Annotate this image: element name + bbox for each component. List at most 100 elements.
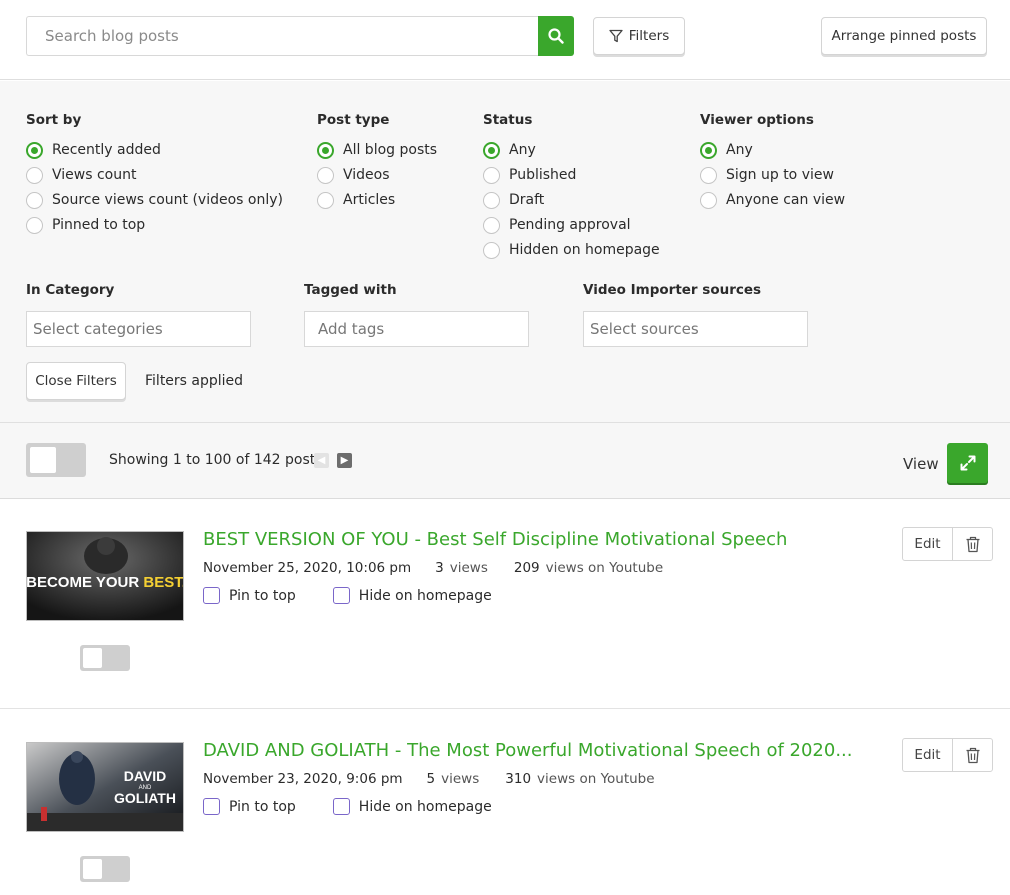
post-type-articles[interactable]: Articles [317, 191, 395, 209]
toggle-knob [83, 648, 102, 668]
post-thumbnail[interactable]: DAVID AND GOLIATH [26, 742, 184, 832]
radio-label: Hidden on homepage [509, 242, 660, 258]
radio-icon [700, 191, 717, 209]
radio-icon [317, 166, 334, 184]
expand-view-button[interactable] [947, 443, 988, 483]
search-input[interactable] [26, 16, 538, 56]
radio-icon [700, 166, 717, 184]
radio-label: Pending approval [509, 217, 631, 233]
radio-label: Articles [343, 192, 396, 208]
arrange-pinned-posts-button[interactable]: Arrange pinned posts [821, 17, 987, 55]
trash-icon [966, 536, 979, 552]
radio-icon [483, 166, 500, 184]
delete-button[interactable] [953, 528, 992, 560]
view-label: View [903, 455, 939, 473]
status-hidden-on-homepage[interactable]: Hidden on homepage [483, 241, 660, 259]
close-filters-button[interactable]: Close Filters [26, 362, 126, 400]
filters-button-label: Filters [628, 28, 670, 44]
sources-select[interactable]: Select sources [583, 311, 808, 347]
filters-button[interactable]: Filters [593, 17, 685, 55]
radio-icon [483, 216, 500, 234]
sort-option-pinned[interactable]: Pinned to top [26, 216, 145, 234]
edit-button[interactable]: Edit [903, 739, 953, 771]
thumbnail-image: BECOME YOUR BEST. [27, 532, 183, 620]
radio-label: Source views count (videos only) [52, 192, 283, 208]
radio-icon [483, 241, 500, 259]
viewer-sign-up-to-view[interactable]: Sign up to view [700, 166, 834, 184]
post-youtube-views-label: views on Youtube [545, 560, 664, 576]
top-bar: Filters Arrange pinned posts [0, 0, 1010, 80]
search-button[interactable] [538, 16, 574, 56]
post-select-toggle[interactable] [80, 856, 130, 882]
radio-icon [483, 191, 500, 209]
post-actions: Edit [902, 738, 993, 772]
hide-on-homepage-checkbox[interactable]: Hide on homepage [332, 587, 492, 604]
category-select[interactable]: Select categories [26, 311, 251, 347]
radio-selected-icon [26, 141, 43, 159]
checkbox-icon [203, 587, 220, 604]
viewer-anyone-can-view[interactable]: Anyone can view [700, 191, 845, 209]
prev-page-button[interactable]: ◀ [314, 453, 329, 468]
sources-title: Video Importer sources [583, 282, 762, 298]
status-published[interactable]: Published [483, 166, 576, 184]
checkbox-icon [332, 587, 350, 604]
post-views-count: 3 [435, 560, 444, 576]
radio-selected-icon [483, 141, 500, 159]
post-thumbnail[interactable]: BECOME YOUR BEST. [26, 531, 184, 621]
tags-title: Tagged with [304, 282, 397, 298]
post-title-link[interactable]: DAVID AND GOLIATH - The Most Powerful Mo… [203, 740, 853, 761]
radio-label: Sign up to view [726, 167, 834, 183]
viewer-any[interactable]: Any [700, 141, 753, 159]
radio-selected-icon [700, 141, 717, 159]
hide-on-homepage-checkbox[interactable]: Hide on homepage [332, 798, 492, 815]
post-meta: November 25, 2020, 10:06 pm 3 views 209 … [203, 560, 689, 576]
post-type-title: Post type [317, 112, 390, 128]
radio-icon [26, 166, 43, 184]
radio-icon [26, 216, 43, 234]
radio-label: All blog posts [343, 142, 438, 158]
pin-to-top-checkbox[interactable]: Pin to top [203, 798, 296, 815]
search-icon [548, 28, 564, 44]
sort-option-recently-added[interactable]: Recently added [26, 141, 161, 159]
post-views-label: views [449, 560, 488, 576]
post-type-videos[interactable]: Videos [317, 166, 390, 184]
sources-placeholder: Select sources [590, 320, 699, 338]
edit-button[interactable]: Edit [903, 528, 953, 560]
status-pending-approval[interactable]: Pending approval [483, 216, 631, 234]
radio-label: Recently added [52, 142, 161, 158]
pagination-bar: Showing 1 to 100 of 142 posts ◀ ▶ View [0, 423, 1010, 499]
radio-label: Videos [343, 167, 390, 183]
checkbox-icon [203, 798, 220, 815]
post-select-toggle[interactable] [80, 645, 130, 671]
thumbnail-image: DAVID AND GOLIATH [27, 743, 183, 831]
post-item: BECOME YOUR BEST. BEST VERSION OF YOU - … [0, 499, 1010, 709]
radio-label: Anyone can view [726, 192, 846, 208]
delete-button[interactable] [953, 739, 992, 771]
sort-option-views-count[interactable]: Views count [26, 166, 136, 184]
post-title-link[interactable]: BEST VERSION OF YOU - Best Self Discipli… [203, 529, 787, 550]
category-placeholder: Select categories [33, 320, 163, 338]
checkbox-label: Pin to top [229, 798, 296, 815]
status-any[interactable]: Any [483, 141, 536, 159]
viewer-options-title: Viewer options [700, 112, 814, 128]
next-page-button[interactable]: ▶ [337, 453, 352, 468]
post-views-label: views [441, 771, 480, 787]
post-date: November 23, 2020, 9:06 pm [203, 771, 403, 787]
post-type-all[interactable]: All blog posts [317, 141, 437, 159]
radio-icon [26, 191, 43, 209]
radio-label: Draft [509, 192, 545, 208]
post-youtube-views-count: 209 [513, 560, 540, 576]
post-actions: Edit [902, 527, 993, 561]
thumb-text-line-3: GOLIATH [114, 790, 176, 806]
status-draft[interactable]: Draft [483, 191, 544, 209]
checkbox-icon [332, 798, 350, 815]
radio-label: Any [509, 142, 536, 158]
category-title: In Category [26, 282, 115, 298]
select-all-toggle[interactable] [26, 443, 86, 477]
pin-to-top-checkbox[interactable]: Pin to top [203, 587, 296, 604]
post-options: Pin to top Hide on homepage [203, 587, 529, 604]
tags-input[interactable]: Add tags [304, 311, 529, 347]
sort-option-source-views[interactable]: Source views count (videos only) [26, 191, 283, 209]
chevron-right-icon: ▶ [340, 455, 349, 466]
radio-label: Views count [52, 167, 137, 183]
